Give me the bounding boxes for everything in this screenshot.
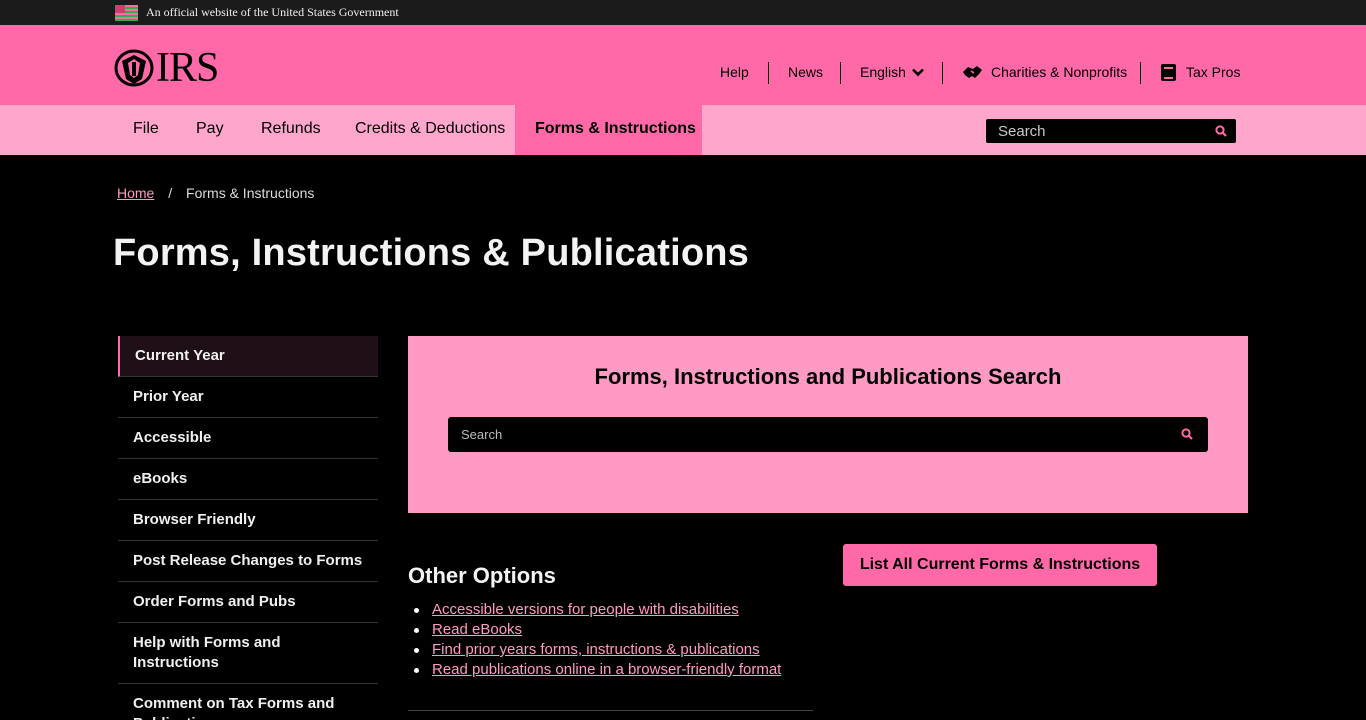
sidebar-item-label: Current Year: [135, 347, 225, 364]
handshake-icon: [963, 66, 982, 78]
charities-link[interactable]: Charities & Nonprofits: [962, 60, 1127, 84]
sidebar-item-label: Help with Forms and Instructions: [133, 634, 281, 671]
section-divider: [408, 710, 813, 711]
forms-search-title: Forms, Instructions and Publications Sea…: [594, 364, 1062, 389]
header-divider: [840, 62, 841, 84]
other-options-heading: Other Options: [408, 563, 556, 588]
sidebar-item-help-forms[interactable]: Help with Forms and Instructions: [118, 623, 378, 684]
prior-years-link[interactable]: Find prior years forms, instructions & p…: [432, 640, 760, 660]
sidebar-item-label: Comment on Tax Forms and Publications: [133, 695, 335, 720]
language-label: English: [860, 64, 906, 80]
bullet-icon: [414, 647, 419, 653]
charities-link-label: Charities & Nonprofits: [991, 64, 1128, 80]
page-title: Forms, Instructions & Publications: [113, 232, 749, 274]
sidebar-item-comment-tax-forms[interactable]: Comment on Tax Forms and Publications: [118, 684, 378, 720]
breadcrumb: Home / Forms & Instructions: [117, 185, 314, 201]
nav-item-label: Forms & Instructions: [535, 120, 696, 137]
breadcrumb-current: Forms & Instructions: [186, 185, 315, 201]
sidebar-item-browser-friendly[interactable]: Browser Friendly: [118, 500, 378, 541]
header-divider: [942, 62, 943, 84]
forms-search-panel: Forms, Instructions and Publications Sea…: [408, 336, 1248, 513]
sidebar-nav: Current Year Prior Year Accessible eBook…: [118, 336, 378, 720]
gov-banner: An official website of the United States…: [0, 0, 1366, 25]
forms-search-input[interactable]: [448, 417, 1168, 452]
sidebar-item-post-release-changes[interactable]: Post Release Changes to Forms: [118, 541, 378, 582]
chevron-down-icon: [912, 68, 924, 77]
list-all-forms-button[interactable]: List All Current Forms & Instructions: [843, 544, 1157, 586]
nav-item-file[interactable]: File: [115, 105, 177, 155]
nav-item-credits-deductions[interactable]: Credits & Deductions: [335, 105, 525, 155]
news-link-label: News: [788, 64, 824, 80]
search-icon[interactable]: [1215, 125, 1227, 137]
language-selector[interactable]: English: [860, 60, 924, 84]
read-ebooks-link[interactable]: Read eBooks: [432, 620, 522, 640]
nav-item-pay[interactable]: Pay: [177, 105, 243, 155]
news-link[interactable]: News: [788, 60, 823, 84]
list-item: Read eBooks: [414, 620, 781, 640]
accessible-versions-link[interactable]: Accessible versions for people with disa…: [432, 600, 739, 620]
site-search: [986, 119, 1236, 143]
other-options-list: Accessible versions for people with disa…: [414, 600, 781, 680]
bullet-icon: [414, 627, 419, 633]
site-search-input[interactable]: [986, 119, 1206, 143]
sidebar-item-prior-year[interactable]: Prior Year: [118, 377, 378, 418]
list-item: Find prior years forms, instructions & p…: [414, 640, 781, 660]
main-nav: File Pay Refunds Credits & Deductions Fo…: [0, 105, 1366, 155]
nav-item-label: Pay: [196, 120, 224, 137]
breadcrumb-home-link[interactable]: Home: [117, 185, 154, 201]
help-link[interactable]: Help: [720, 60, 749, 84]
irs-logo[interactable]: IRS: [114, 45, 219, 91]
breadcrumb-separator: /: [168, 185, 173, 201]
sidebar-item-ebooks[interactable]: eBooks: [118, 459, 378, 500]
nav-item-label: Credits & Deductions: [355, 120, 506, 137]
nav-item-label: File: [133, 120, 159, 137]
help-link-label: Help: [720, 64, 749, 80]
bullet-icon: [414, 667, 419, 673]
tax-pros-link[interactable]: Tax Pros: [1160, 60, 1240, 84]
browser-friendly-link[interactable]: Read publications online in a browser-fr…: [432, 660, 781, 680]
nav-item-forms-instructions[interactable]: Forms & Instructions: [515, 105, 702, 155]
sidebar-item-label: Accessible: [133, 429, 212, 446]
list-item: Accessible versions for people with disa…: [414, 600, 781, 620]
sidebar-item-label: Browser Friendly: [133, 511, 256, 528]
bullet-icon: [414, 607, 419, 613]
sidebar-item-current-year[interactable]: Current Year: [118, 336, 378, 377]
sidebar-item-label: eBooks: [133, 470, 188, 487]
us-flag-icon: [115, 5, 138, 21]
irs-logo-text: IRS: [156, 45, 219, 91]
sidebar-item-label: Prior Year: [133, 388, 204, 405]
sidebar-item-label: Post Release Changes to Forms: [133, 552, 363, 569]
header-divider: [768, 62, 769, 84]
search-icon[interactable]: [1181, 428, 1193, 440]
nav-item-refunds[interactable]: Refunds: [241, 105, 341, 155]
list-item: Read publications online in a browser-fr…: [414, 660, 781, 680]
nav-item-label: Refunds: [261, 120, 321, 137]
irs-eagle-icon: [114, 49, 154, 87]
sidebar-item-order-forms[interactable]: Order Forms and Pubs: [118, 582, 378, 623]
site-header: IRS Help News English Charities & Nonpro…: [0, 25, 1366, 105]
header-divider: [1140, 62, 1141, 84]
book-icon: [1161, 63, 1176, 81]
sidebar-item-accessible[interactable]: Accessible: [118, 418, 378, 459]
forms-search-box: [448, 417, 1208, 452]
tax-pros-link-label: Tax Pros: [1186, 64, 1241, 80]
sidebar-item-label: Order Forms and Pubs: [133, 593, 296, 610]
gov-banner-text: An official website of the United States…: [146, 5, 399, 19]
